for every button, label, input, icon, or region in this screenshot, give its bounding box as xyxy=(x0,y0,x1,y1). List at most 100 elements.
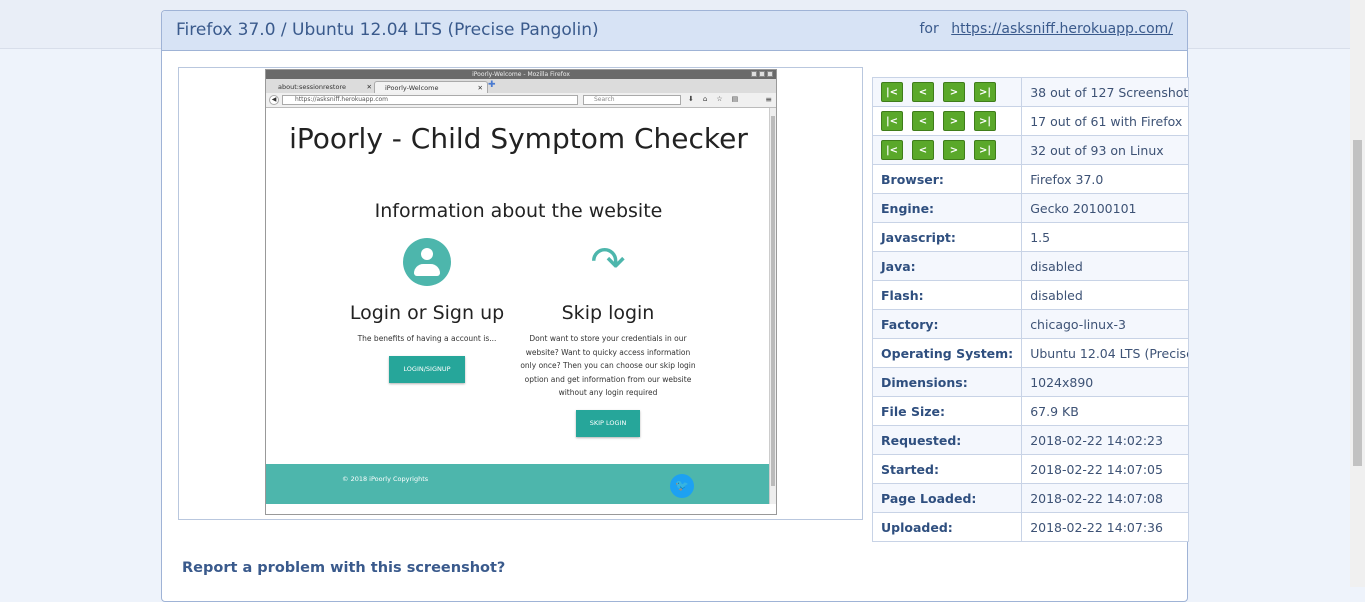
site-info: for https://asksniff.herokuapp.com/ xyxy=(920,21,1174,37)
scrollbar-thumb[interactable] xyxy=(1353,140,1362,466)
login-heading: Login or Sign up xyxy=(349,302,505,324)
browser-window-title: iPoorly-Welcome - Mozilla Firefox xyxy=(472,71,570,78)
next-button[interactable]: > xyxy=(943,82,965,102)
browser-navbar: ◀ https://asksniff.herokuapp.com Search … xyxy=(266,93,776,108)
panel-title: Firefox 37.0 / Ubuntu 12.04 LTS (Precise… xyxy=(176,20,599,40)
browser-titlebar: iPoorly-Welcome - Mozilla Firefox xyxy=(266,70,776,79)
info-value: 2018-02-22 14:07:08 xyxy=(1021,483,1190,513)
nav-count-all: 38 out of 127 Screenshots xyxy=(1021,77,1190,107)
window-controls xyxy=(751,71,773,77)
info-row: Flash: disabled xyxy=(871,280,1190,310)
info-label: Engine: xyxy=(871,193,1023,223)
info-label: Page Loaded: xyxy=(871,483,1023,513)
info-value: chicago-linux-3 xyxy=(1021,309,1190,339)
info-row: Uploaded: 2018-02-22 14:07:36 xyxy=(871,512,1190,542)
info-value: 2018-02-22 14:07:36 xyxy=(1021,512,1190,542)
info-label: Flash: xyxy=(871,280,1023,310)
maximize-icon xyxy=(759,71,765,77)
page-scrollbar xyxy=(769,108,776,504)
back-icon: ◀ xyxy=(269,95,279,105)
prev-button[interactable]: < xyxy=(912,111,934,131)
info-value: Firefox 37.0 xyxy=(1021,164,1190,194)
info-value: 2018-02-22 14:07:05 xyxy=(1021,454,1190,484)
library-icon: ▤ xyxy=(731,95,739,103)
info-value: 1.5 xyxy=(1021,222,1190,252)
download-icon: ⬇ xyxy=(688,95,694,103)
close-icon: ✕ xyxy=(366,83,372,91)
next-button[interactable]: > xyxy=(943,111,965,131)
login-column: Login or Sign up The benefits of having … xyxy=(342,238,512,383)
info-row: Javascript: 1.5 xyxy=(871,222,1190,252)
site-title: iPoorly - Child Symptom Checker xyxy=(289,122,748,155)
info-value: disabled xyxy=(1021,251,1190,281)
info-row: Dimensions: 1024x890 xyxy=(871,367,1190,397)
info-row: File Size: 67.9 KB xyxy=(871,396,1190,426)
site-url-link[interactable]: https://asksniff.herokuapp.com/ xyxy=(951,21,1173,37)
for-label: for xyxy=(919,21,939,37)
info-row: Factory: chicago-linux-3 xyxy=(871,309,1190,339)
first-button[interactable]: |< xyxy=(881,111,903,131)
tab-label: iPoorly-Welcome xyxy=(385,84,439,92)
prev-button[interactable]: < xyxy=(912,140,934,160)
browser-tab: about:sessionrestore ✕ xyxy=(268,81,376,93)
close-icon xyxy=(767,71,773,77)
info-value: 2018-02-22 14:02:23 xyxy=(1021,425,1190,455)
info-row: Started: 2018-02-22 14:07:05 xyxy=(871,454,1190,484)
last-button[interactable]: >| xyxy=(974,111,996,131)
skip-heading: Skip login xyxy=(561,302,655,324)
nav-row-os: |< < > >| 32 out of 93 on Linux xyxy=(871,135,1190,165)
info-row: Operating System: Ubuntu 12.04 LTS (Preci… xyxy=(871,338,1190,368)
redo-arrow-icon: ↷ xyxy=(590,237,626,286)
nav-row-all: |< < > >| 38 out of 127 Screenshots xyxy=(871,77,1190,107)
twitter-icon: 🐦 xyxy=(670,474,694,498)
site-footer: © 2018 iPoorly Copyrights 🐦 xyxy=(266,464,770,504)
screenshot-frame: iPoorly-Welcome - Mozilla Firefox about:… xyxy=(178,67,863,520)
tab-label: about:sessionrestore xyxy=(278,83,346,91)
info-row: Requested: 2018-02-22 14:02:23 xyxy=(871,425,1190,455)
info-label: Java: xyxy=(871,251,1023,281)
url-bar: https://asksniff.herokuapp.com xyxy=(282,95,578,105)
login-signup-button: LOGIN/SIGNUP xyxy=(389,355,465,383)
first-button[interactable]: |< xyxy=(881,140,903,160)
info-value: 67.9 KB xyxy=(1021,396,1190,426)
info-label: Operating System: xyxy=(871,338,1023,368)
info-label: Uploaded: xyxy=(871,512,1023,542)
info-value: Ubuntu 12.04 LTS (Precise xyxy=(1021,338,1190,368)
last-button[interactable]: >| xyxy=(974,82,996,102)
first-button[interactable]: |< xyxy=(881,82,903,102)
home-icon: ⌂ xyxy=(702,95,708,103)
prev-button[interactable]: < xyxy=(912,82,934,102)
nav-count-os: 32 out of 93 on Linux xyxy=(1021,135,1190,165)
screenshot-info-table: |< < > >| 38 out of 127 Screenshots |< <… xyxy=(871,77,1190,542)
account-icon xyxy=(403,238,451,286)
login-text: The benefits of having a account is... xyxy=(357,334,497,343)
next-button[interactable]: > xyxy=(943,140,965,160)
info-value: disabled xyxy=(1021,280,1190,310)
skip-text: Dont want to store your credentials in o… xyxy=(520,334,696,397)
nav-count-browser: 17 out of 61 with Firefox xyxy=(1021,106,1190,136)
report-problem-link[interactable]: Report a problem with this screenshot? xyxy=(182,560,505,576)
info-label: Browser: xyxy=(871,164,1023,194)
info-row: Page Loaded: 2018-02-22 14:07:08 xyxy=(871,483,1190,513)
info-value: 1024x890 xyxy=(1021,367,1190,397)
menu-icon: ≡ xyxy=(765,95,772,104)
info-label: Dimensions: xyxy=(871,367,1023,397)
last-button[interactable]: >| xyxy=(974,140,996,160)
skip-column: ↷ Skip login Dont want to store your cre… xyxy=(518,238,698,437)
info-row: Java: disabled xyxy=(871,251,1190,281)
bookmark-icon: ☆ xyxy=(716,95,723,103)
panel-header: Firefox 37.0 / Ubuntu 12.04 LTS (Precise… xyxy=(162,11,1187,51)
footer-copyright: © 2018 iPoorly Copyrights xyxy=(342,475,429,483)
info-row: Browser: Firefox 37.0 xyxy=(871,164,1190,194)
info-label: Requested: xyxy=(871,425,1023,455)
window-scrollbar[interactable] xyxy=(1350,0,1365,587)
skip-login-button: SKIP LOGIN xyxy=(575,409,641,437)
info-label: Started: xyxy=(871,454,1023,484)
info-label: Factory: xyxy=(871,309,1023,339)
nav-row-browser: |< < > >| 17 out of 61 with Firefox xyxy=(871,106,1190,136)
search-box: Search xyxy=(583,95,681,105)
minimize-icon xyxy=(751,71,757,77)
screenshot-image[interactable]: iPoorly-Welcome - Mozilla Firefox about:… xyxy=(265,69,777,515)
info-label: Javascript: xyxy=(871,222,1023,252)
info-row: Engine: Gecko 20100101 xyxy=(871,193,1190,223)
